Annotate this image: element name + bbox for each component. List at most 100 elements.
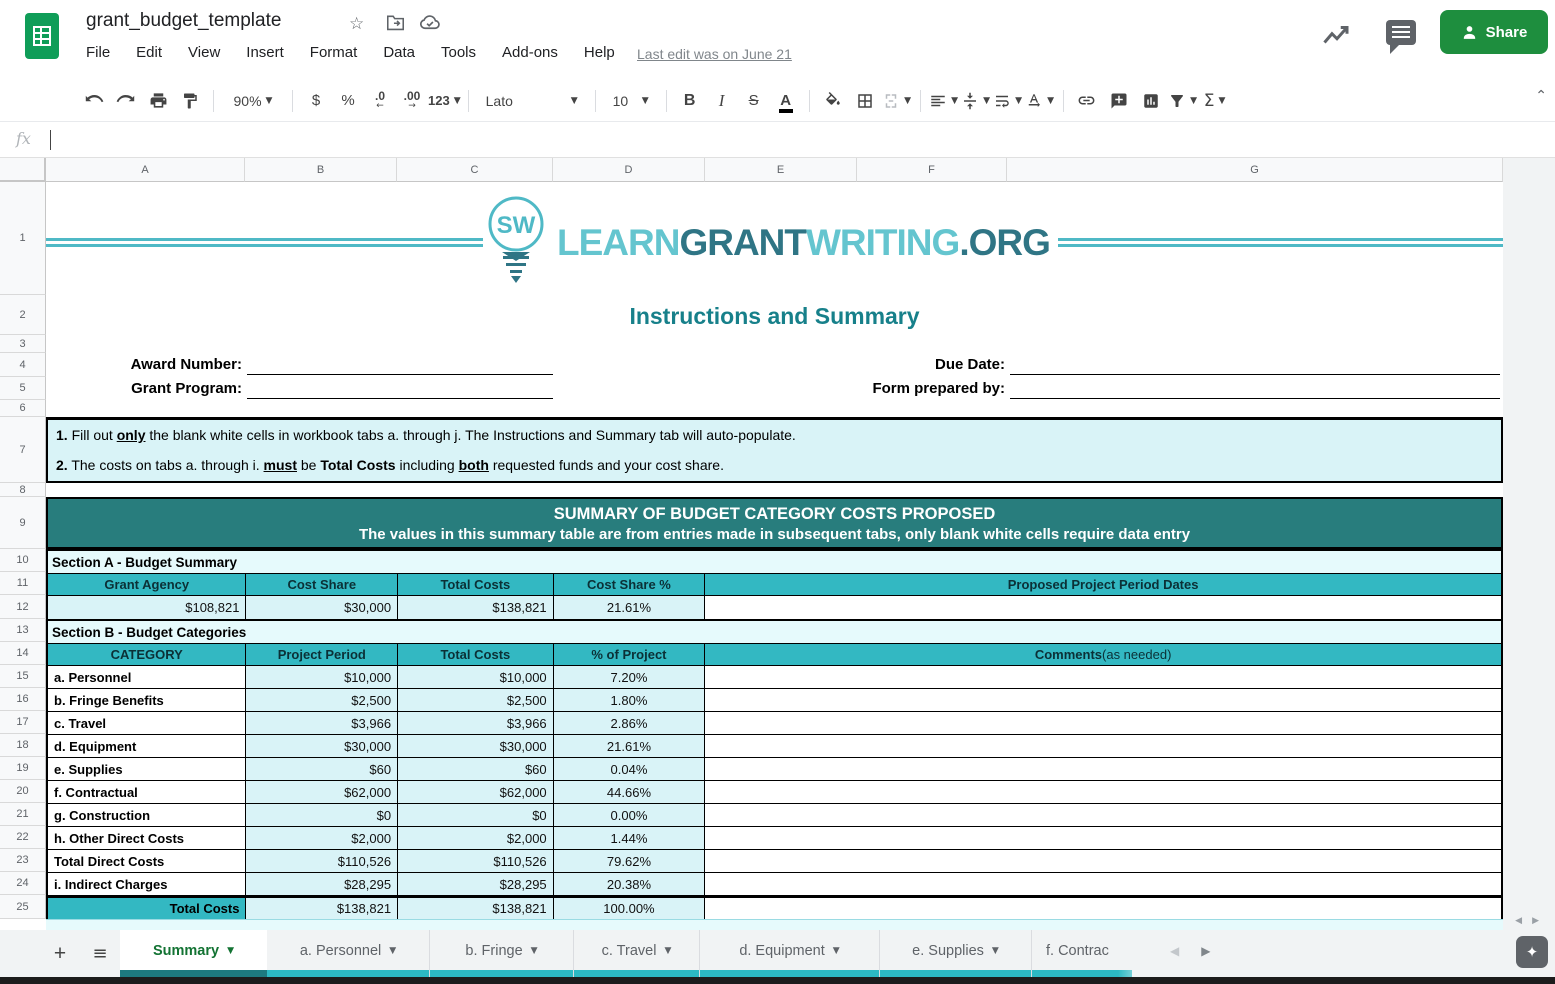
cell-pct[interactable]: 0.04%	[554, 758, 706, 780]
tab-dropdown-icon[interactable]: ▼	[389, 946, 396, 956]
menu-data[interactable]: Data	[383, 44, 415, 61]
number-format-button[interactable]: 123▼	[428, 86, 461, 116]
header-comments[interactable]: Comments (as needed)	[705, 644, 1501, 665]
cell-total-costs[interactable]: $30,000	[398, 735, 554, 757]
cell-total-costs[interactable]: $0	[398, 804, 554, 826]
tab-fringe[interactable]: b. Fringe▼	[430, 930, 574, 977]
font-family-select[interactable]: Lato▼	[476, 86, 588, 116]
header-total-costs[interactable]: Total Costs	[398, 574, 554, 595]
horizontal-scroll-arrows[interactable]: ◀▶	[1515, 916, 1549, 926]
column-header-b[interactable]: B	[245, 158, 397, 182]
cell-total-costs[interactable]: $3,966	[398, 712, 554, 734]
text-wrap-button[interactable]: ▼	[992, 86, 1024, 116]
filter-button[interactable]: ▼	[1167, 86, 1199, 116]
cell-category[interactable]: b. Fringe Benefits	[48, 689, 246, 711]
cell-comment[interactable]	[705, 850, 1501, 872]
sheets-logo-icon[interactable]	[25, 13, 59, 59]
redo-button[interactable]	[110, 86, 142, 116]
cell-pct[interactable]: 1.80%	[554, 689, 706, 711]
cell-pct[interactable]: 1.44%	[554, 827, 706, 849]
cell-project-period[interactable]: $2,000	[246, 827, 398, 849]
cell-pct[interactable]: 21.61%	[554, 735, 706, 757]
column-header-c[interactable]: C	[397, 158, 553, 182]
undo-button[interactable]	[78, 86, 110, 116]
cell-comment[interactable]	[705, 804, 1501, 826]
cell-comment[interactable]	[705, 689, 1501, 711]
cell-project-period[interactable]: $10,000	[246, 666, 398, 688]
collapse-toolbar-icon[interactable]: ⌃	[1535, 88, 1547, 104]
cell-pct[interactable]: 20.38%	[554, 873, 706, 895]
header-project-period-dates[interactable]: Proposed Project Period Dates	[705, 574, 1501, 595]
cell-pct[interactable]: 2.86%	[554, 712, 706, 734]
cell-pct[interactable]: 44.66%	[554, 781, 706, 803]
star-icon[interactable]: ☆	[349, 14, 364, 34]
explore-button[interactable]: ✦	[1516, 936, 1548, 968]
row-header[interactable]: 2	[0, 295, 46, 335]
cell-pct[interactable]: 7.20%	[554, 666, 706, 688]
row-header[interactable]: 11	[0, 572, 46, 595]
cell-pct[interactable]: 0.00%	[554, 804, 706, 826]
cell-total-costs[interactable]: $10,000	[398, 666, 554, 688]
cell-comment[interactable]	[705, 735, 1501, 757]
cell-comment[interactable]	[705, 666, 1501, 688]
cell-total-costs[interactable]: $2,000	[398, 827, 554, 849]
tab-scroll-arrows[interactable]: ◀▶	[1170, 944, 1232, 958]
cell-project-period[interactable]: $62,000	[246, 781, 398, 803]
tab-dropdown-icon[interactable]: ▼	[227, 946, 234, 956]
row-header[interactable]: 12	[0, 595, 46, 619]
cell-project-period[interactable]: $0	[246, 804, 398, 826]
cell-project-period[interactable]: $28,295	[246, 873, 398, 895]
row-header[interactable]: 10	[0, 549, 46, 572]
font-size-select[interactable]: 10▼	[603, 86, 659, 116]
last-edit-link[interactable]: Last edit was on June 21	[637, 46, 792, 62]
grant-program-field[interactable]	[247, 377, 553, 399]
header-cost-share-pct[interactable]: Cost Share %	[554, 574, 706, 595]
insert-comment-button[interactable]	[1103, 86, 1135, 116]
row-header[interactable]: 23	[0, 849, 46, 872]
cell-total-project-period[interactable]: $138,821	[246, 898, 398, 919]
row-header[interactable]: 25	[0, 895, 46, 919]
vertical-align-button[interactable]: ▼	[960, 86, 992, 116]
header-category[interactable]: CATEGORY	[48, 644, 246, 665]
decrease-decimal-button[interactable]: .0←	[364, 86, 396, 116]
fill-color-button[interactable]	[817, 86, 849, 116]
column-header-f[interactable]: F	[857, 158, 1007, 182]
row-header[interactable]: 17	[0, 711, 46, 734]
row-header[interactable]: 16	[0, 688, 46, 711]
header-project-period[interactable]: Project Period	[246, 644, 398, 665]
cell-category[interactable]: Total Direct Costs	[48, 850, 246, 872]
header-grant-agency[interactable]: Grant Agency	[48, 574, 246, 595]
menu-insert[interactable]: Insert	[246, 44, 284, 61]
tab-contractual[interactable]: f. Contrac	[1032, 930, 1132, 977]
cell-project-period[interactable]: $3,966	[246, 712, 398, 734]
tab-travel[interactable]: c. Travel▼	[574, 930, 700, 977]
column-header-a[interactable]: A	[46, 158, 245, 182]
cell-total-costs[interactable]: $110,526	[398, 850, 554, 872]
cell-project-period[interactable]: $60	[246, 758, 398, 780]
cell-total-costs[interactable]: $2,500	[398, 689, 554, 711]
cell-category[interactable]: e. Supplies	[48, 758, 246, 780]
cell-category[interactable]: g. Construction	[48, 804, 246, 826]
cell-comment[interactable]	[705, 873, 1501, 895]
cell-total-costs[interactable]: $60	[398, 758, 554, 780]
cell-total-comment[interactable]	[705, 898, 1501, 919]
tab-dropdown-icon[interactable]: ▼	[664, 946, 671, 956]
row-header[interactable]: 13	[0, 619, 46, 642]
tab-dropdown-icon[interactable]: ▼	[992, 946, 999, 956]
strikethrough-button[interactable]: S	[738, 86, 770, 116]
tab-dropdown-icon[interactable]: ▼	[833, 946, 840, 956]
insert-chart-button[interactable]	[1135, 86, 1167, 116]
merge-cells-button[interactable]: ▼	[881, 86, 913, 116]
zoom-select[interactable]: 90%▼	[221, 86, 285, 116]
row-26-strip[interactable]	[46, 919, 1503, 930]
cell-total-costs-value[interactable]: $138,821	[398, 898, 554, 919]
cell-total-costs[interactable]: $28,295	[398, 873, 554, 895]
column-header-e[interactable]: E	[705, 158, 857, 182]
tab-personnel[interactable]: a. Personnel▼	[267, 930, 430, 977]
all-sheets-button[interactable]: ≡	[80, 930, 120, 977]
tab-supplies[interactable]: e. Supplies▼	[880, 930, 1032, 977]
insert-link-button[interactable]	[1071, 86, 1103, 116]
comment-history-icon[interactable]	[1386, 20, 1416, 45]
move-folder-icon[interactable]	[386, 14, 405, 36]
cell-total-pct[interactable]: 100.00%	[554, 898, 706, 919]
